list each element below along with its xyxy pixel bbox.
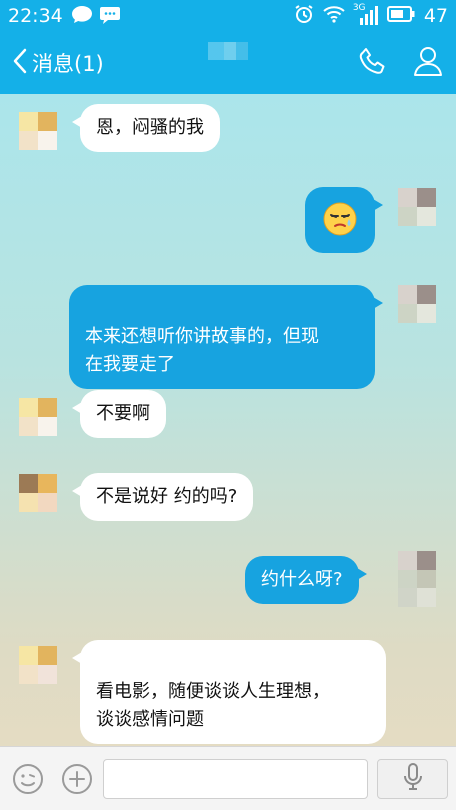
wifi-icon: [323, 5, 345, 28]
message-bubble-incoming[interactable]: 恩，闷骚的我: [72, 104, 220, 152]
battery-level: 47: [423, 5, 448, 27]
chat-bubble-icon: [71, 4, 93, 29]
voice-button[interactable]: [377, 759, 448, 799]
back-button[interactable]: 消息(1): [0, 32, 104, 94]
alarm-icon: [294, 4, 314, 29]
nav-bar: 消息(1): [0, 32, 456, 94]
message-bubble-incoming[interactable]: 不要啊: [72, 390, 166, 438]
back-label: 消息(1): [32, 52, 104, 76]
contact-avatar[interactable]: [19, 398, 57, 436]
phone-icon[interactable]: [358, 46, 388, 80]
message-text: 不要啊: [96, 403, 150, 424]
status-time: 22:34: [8, 5, 63, 27]
contact-avatar[interactable]: [19, 474, 57, 512]
message-bubble-outgoing[interactable]: 约什么呀?: [245, 556, 367, 604]
message-text: 恩，闷骚的我: [96, 117, 204, 138]
message-icon: [99, 4, 121, 29]
my-avatar[interactable]: [398, 188, 436, 226]
my-avatar[interactable]: [398, 551, 436, 607]
person-icon[interactable]: [412, 46, 444, 80]
message-text: 看电影，随便谈谈人生理想， 谈谈感情问题: [96, 681, 330, 730]
status-bar: 22:34 3G 47: [0, 0, 456, 32]
contact-name-blurred: [208, 42, 248, 60]
my-avatar[interactable]: [398, 285, 436, 323]
message-text: 本来还想听你讲故事的，但现 在我要走了: [85, 326, 319, 375]
message-bubble-incoming[interactable]: 看电影，随便谈谈人生理想， 谈谈感情问题: [72, 640, 386, 744]
input-bar: [0, 746, 456, 810]
emoji-icon[interactable]: [12, 763, 44, 795]
crying-face-emoji-icon: [322, 202, 358, 242]
message-input[interactable]: [103, 759, 368, 799]
microphone-icon: [403, 763, 423, 795]
message-bubble-outgoing[interactable]: [305, 187, 383, 253]
chevron-left-icon: [12, 48, 28, 78]
add-icon[interactable]: [61, 763, 93, 795]
battery-icon: [386, 5, 415, 27]
message-bubble-outgoing[interactable]: 本来还想听你讲故事的，但现 在我要走了: [69, 285, 383, 389]
message-bubble-incoming[interactable]: 不是说好 约的吗?: [71, 473, 254, 521]
contact-avatar[interactable]: [19, 646, 57, 684]
signal-icon: 3G: [353, 3, 378, 26]
message-text: 不是说好 约的吗?: [96, 486, 238, 507]
message-text: 约什么呀?: [261, 569, 343, 590]
contact-avatar[interactable]: [19, 112, 57, 150]
